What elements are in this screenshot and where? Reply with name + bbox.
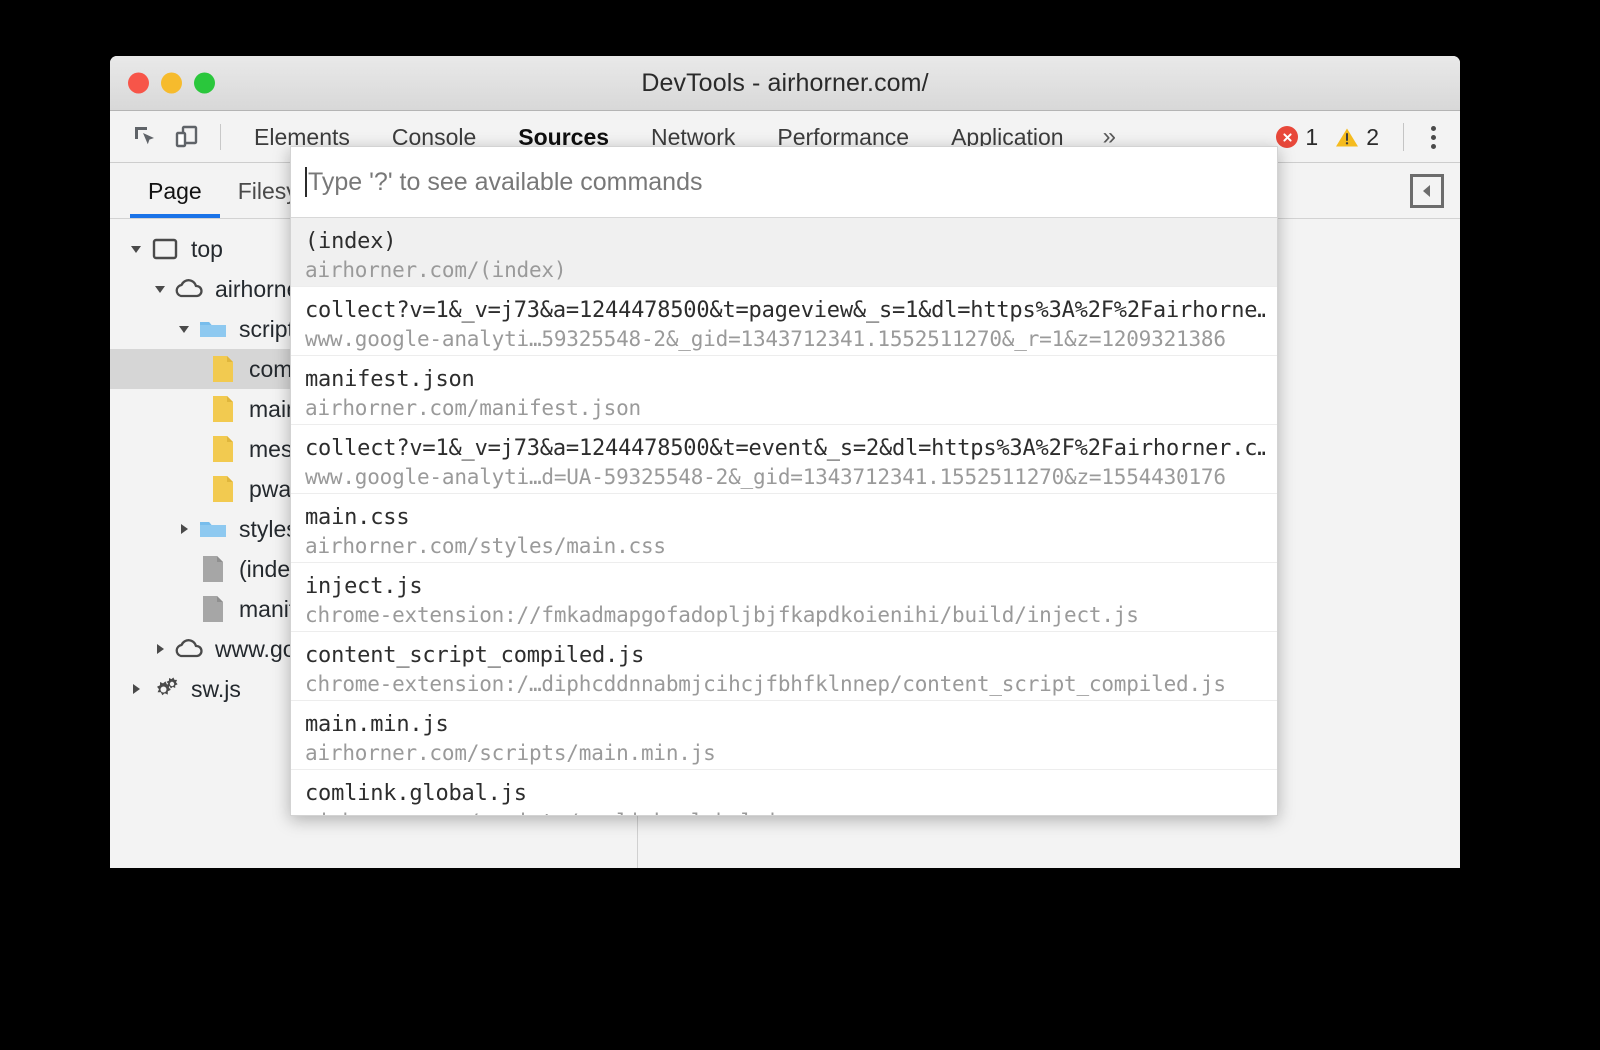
window-title: DevTools - airhorner.com/ — [641, 69, 928, 98]
toolbar-divider — [220, 124, 221, 150]
list-item[interactable]: (index) airhorner.com/(index) — [291, 218, 1277, 287]
list-item[interactable]: collect?v=1&_v=j73&a=1244478500&t=event&… — [291, 425, 1277, 494]
command-palette-input[interactable] — [308, 168, 1263, 197]
result-subtitle: chrome-extension:/…diphcddnnabmjcihcjfbh… — [305, 669, 1265, 699]
result-title: main.min.js — [305, 711, 1265, 738]
toolbar-right-group: 1 2 — [1276, 111, 1448, 163]
chevron-down-icon[interactable] — [124, 241, 148, 257]
list-item[interactable]: collect?v=1&_v=j73&a=1244478500&t=pagevi… — [291, 287, 1277, 356]
result-subtitle: airhorner.com/scripts/main.min.js — [305, 738, 1265, 768]
chevron-right-icon[interactable] — [172, 521, 196, 537]
folder-icon — [196, 518, 230, 540]
command-palette-results: (index) airhorner.com/(index) collect?v=… — [291, 218, 1277, 816]
js-file-icon — [206, 435, 240, 463]
result-subtitle: airhorner.com/manifest.json — [305, 393, 1265, 423]
tree-item-label: sw.js — [191, 676, 241, 703]
service-worker-icon — [148, 675, 182, 703]
issue-counters[interactable]: 1 2 — [1276, 124, 1389, 151]
result-subtitle: chrome-extension://fmkadmapgofadopljbjfk… — [305, 600, 1265, 630]
result-subtitle: airhorner.com/styles/main.css — [305, 531, 1265, 561]
collapse-sidebar-icon[interactable] — [1410, 174, 1444, 208]
cloud-icon — [172, 278, 206, 300]
warning-icon — [1335, 126, 1359, 148]
device-toolbar-icon[interactable] — [168, 118, 206, 156]
js-file-icon — [206, 475, 240, 503]
kebab-menu-icon[interactable] — [1418, 118, 1448, 156]
error-icon — [1276, 126, 1298, 148]
list-item[interactable]: comlink.global.js airhorner.com/scripts/… — [291, 770, 1277, 816]
result-subtitle: airhorner.com/(index) — [305, 255, 1265, 285]
list-item[interactable]: content_script_compiled.js chrome-extens… — [291, 632, 1277, 701]
chevron-down-icon[interactable] — [148, 281, 172, 297]
tree-item-label: top — [191, 236, 223, 263]
maximize-window-button[interactable] — [194, 73, 215, 94]
minimize-window-button[interactable] — [161, 73, 182, 94]
navigator-tab-page[interactable]: Page — [130, 164, 220, 218]
command-palette: (index) airhorner.com/(index) collect?v=… — [290, 146, 1278, 816]
document-icon — [196, 555, 230, 583]
folder-icon — [196, 318, 230, 340]
result-title: content_script_compiled.js — [305, 642, 1265, 669]
js-file-icon — [206, 355, 240, 383]
result-title: collect?v=1&_v=j73&a=1244478500&t=event&… — [305, 435, 1265, 462]
list-item[interactable]: main.css airhorner.com/styles/main.css — [291, 494, 1277, 563]
result-title: (index) — [305, 228, 1265, 255]
frame-icon — [148, 237, 182, 261]
screenshot-root: DevTools - airhorner.com/ Elements — [0, 0, 1600, 1050]
chevron-down-icon[interactable] — [172, 321, 196, 337]
list-item[interactable]: main.min.js airhorner.com/scripts/main.m… — [291, 701, 1277, 770]
inspect-element-icon[interactable] — [126, 118, 164, 156]
js-file-icon — [206, 395, 240, 423]
result-title: main.css — [305, 504, 1265, 531]
list-item[interactable]: manifest.json airhorner.com/manifest.jso… — [291, 356, 1277, 425]
close-window-button[interactable] — [128, 73, 149, 94]
error-count: 1 — [1305, 124, 1318, 151]
chevron-right-icon[interactable] — [124, 681, 148, 697]
document-icon — [196, 595, 230, 623]
result-title: comlink.global.js — [305, 780, 1265, 807]
list-item[interactable]: inject.js chrome-extension://fmkadmapgof… — [291, 563, 1277, 632]
result-title: collect?v=1&_v=j73&a=1244478500&t=pagevi… — [305, 297, 1265, 324]
window-titlebar: DevTools - airhorner.com/ — [110, 56, 1460, 111]
warning-count: 2 — [1366, 124, 1379, 151]
text-caret — [305, 167, 307, 197]
result-subtitle: airhorner.com/scripts/comlink.global.js — [305, 807, 1265, 816]
command-palette-input-row[interactable] — [291, 147, 1277, 218]
result-title: manifest.json — [305, 366, 1265, 393]
result-subtitle: www.google-analyti…59325548-2&_gid=13437… — [305, 324, 1265, 354]
result-subtitle: www.google-analyti…d=UA-59325548-2&_gid=… — [305, 462, 1265, 492]
result-title: inject.js — [305, 573, 1265, 600]
chevron-right-icon[interactable] — [148, 641, 172, 657]
toolbar-divider-right — [1403, 123, 1404, 151]
traffic-light-controls — [128, 73, 215, 94]
tree-item-label: styles — [239, 516, 298, 543]
cloud-icon — [172, 638, 206, 660]
